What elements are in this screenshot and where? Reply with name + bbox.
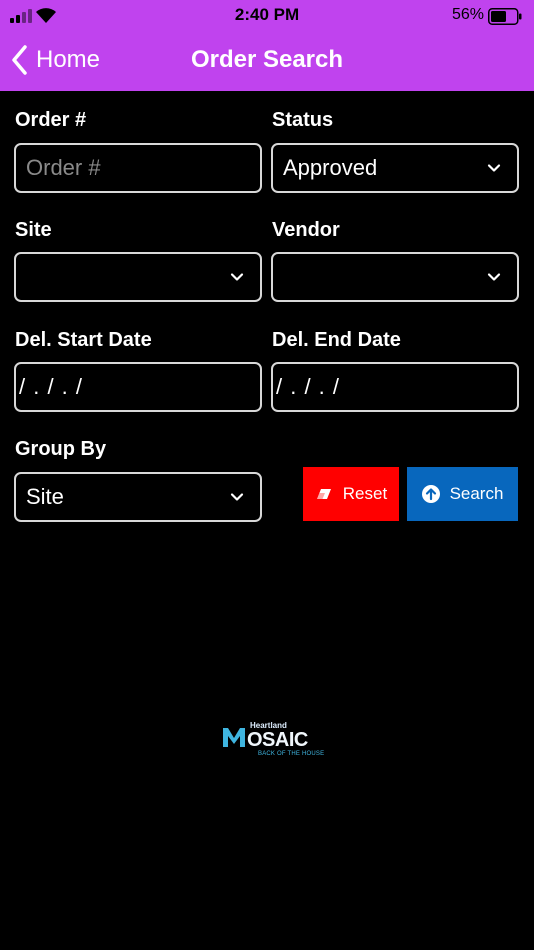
chevron-down-icon: [487, 164, 501, 172]
end-date-input[interactable]: / . / . /: [271, 362, 519, 412]
order-number-input[interactable]: Order #: [14, 143, 262, 193]
mosaic-logo: Heartland OSAIC BACK OF THE HOUSE: [222, 720, 324, 762]
vendor-select[interactable]: [271, 252, 519, 302]
order-number-placeholder: Order #: [26, 155, 101, 180]
end-date-value: / . / . /: [276, 374, 341, 399]
header-bar: 2:40 PM 56% Home Order Search: [0, 0, 534, 91]
logo-m-mark: [223, 728, 245, 747]
reset-button[interactable]: Reset: [303, 467, 399, 521]
group-by-value: Site: [26, 484, 64, 509]
logo-word: OSAIC: [247, 729, 308, 751]
chevron-down-icon: [487, 273, 501, 281]
arrow-up-circle-icon: [421, 485, 440, 503]
vendor-label: Vendor: [272, 219, 340, 241]
battery-percent: 56%: [451, 6, 484, 23]
group-by-select[interactable]: Site: [14, 472, 262, 522]
battery-icon: [488, 8, 522, 25]
site-label: Site: [15, 219, 52, 241]
start-date-label: Del. Start Date: [15, 329, 152, 351]
group-by-label: Group By: [15, 438, 107, 460]
status-select[interactable]: Approved: [271, 143, 519, 193]
status-value: Approved: [283, 155, 378, 180]
page-title: Order Search: [190, 46, 344, 73]
status-label: Status: [272, 109, 334, 131]
status-bar: 2:40 PM 56%: [0, 0, 534, 32]
start-date-value: / . / . /: [19, 374, 84, 399]
eraser-icon: [316, 489, 331, 499]
search-label: Search: [449, 484, 504, 503]
order-number-label: Order #: [15, 109, 87, 131]
search-button[interactable]: Search: [407, 467, 518, 521]
chevron-down-icon: [230, 493, 244, 501]
chevron-down-icon: [230, 273, 244, 281]
site-select[interactable]: [14, 252, 262, 302]
reset-label: Reset: [342, 484, 388, 503]
end-date-label: Del. End Date: [272, 329, 401, 351]
start-date-input[interactable]: / . / . /: [14, 362, 262, 412]
logo-tagline: BACK OF THE HOUSE: [258, 751, 325, 757]
